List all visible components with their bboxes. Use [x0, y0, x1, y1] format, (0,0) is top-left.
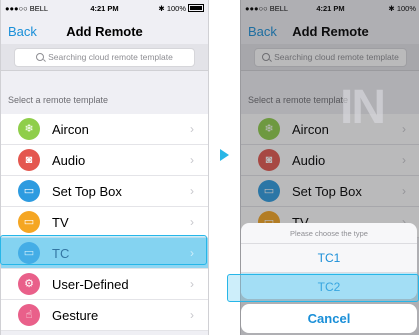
search-placeholder: Searching cloud remote template	[48, 52, 173, 62]
list-item-audio[interactable]: ◙ Audio ›	[1, 145, 208, 176]
action-sheet-title: Please choose the type	[241, 223, 417, 244]
list-item-gesture[interactable]: ☝ Gesture ›	[1, 300, 208, 331]
chevron-right-icon: ›	[190, 184, 194, 198]
chevron-right-icon: ›	[190, 308, 194, 322]
list-item-tv[interactable]: ▭ TV ›	[1, 207, 208, 238]
status-bar: ●●●○○ BELL 4:21 PM ✱ 100%	[1, 0, 208, 16]
tv-icon: ▭	[18, 211, 40, 233]
list-item-label: Aircon	[52, 122, 89, 137]
phone-screen-left: ●●●○○ BELL 4:21 PM ✱ 100% Back Add Remot…	[0, 0, 209, 335]
speaker-icon: ◙	[18, 149, 40, 171]
section-header: Select a remote template	[8, 95, 109, 105]
arrow-right-icon	[220, 149, 229, 161]
chevron-right-icon: ›	[190, 215, 194, 229]
remote-template-list: ❄ Aircon › ◙ Audio › ▭ Set Top Box › ▭ TV › ▭ TC › ⚙ Use…	[1, 114, 208, 331]
battery-icon	[188, 4, 204, 12]
list-item-label: Set Top Box	[52, 184, 122, 199]
list-item-aircon[interactable]: ❄ Aircon ›	[1, 114, 208, 145]
watermark: IN	[340, 81, 386, 134]
list-item-label: Audio	[52, 153, 86, 168]
chevron-right-icon: ›	[190, 122, 194, 136]
list-item-user-defined[interactable]: ⚙ User-Defined ›	[1, 269, 208, 300]
option-tc1[interactable]: TC1	[241, 244, 417, 273]
battery-percent: 100%	[166, 4, 186, 13]
search-input[interactable]: Searching cloud remote template	[14, 48, 195, 67]
page-title: Add Remote	[66, 24, 143, 39]
user-defined-icon: ⚙	[18, 273, 40, 295]
list-item-label: User-Defined	[52, 277, 129, 292]
bluetooth-icon: ✱	[158, 4, 165, 13]
option-highlight	[227, 274, 419, 302]
selection-highlight	[0, 235, 207, 265]
list-item-label: TV	[52, 215, 69, 230]
gesture-icon: ☝	[18, 304, 40, 326]
search-icon	[36, 53, 45, 61]
set-top-box-icon: ▭	[18, 180, 40, 202]
chevron-right-icon: ›	[190, 153, 194, 167]
cancel-button[interactable]: Cancel	[241, 304, 417, 333]
battery-indicator: ✱ 100%	[158, 4, 204, 13]
list-item-label: Gesture	[52, 308, 99, 323]
chevron-right-icon: ›	[190, 277, 194, 291]
nav-bar: Back Add Remote	[1, 16, 208, 44]
search-bar: Searching cloud remote template	[1, 44, 208, 71]
list-item-set-top-box[interactable]: ▭ Set Top Box ›	[1, 176, 208, 207]
snowflake-icon: ❄	[18, 118, 40, 140]
